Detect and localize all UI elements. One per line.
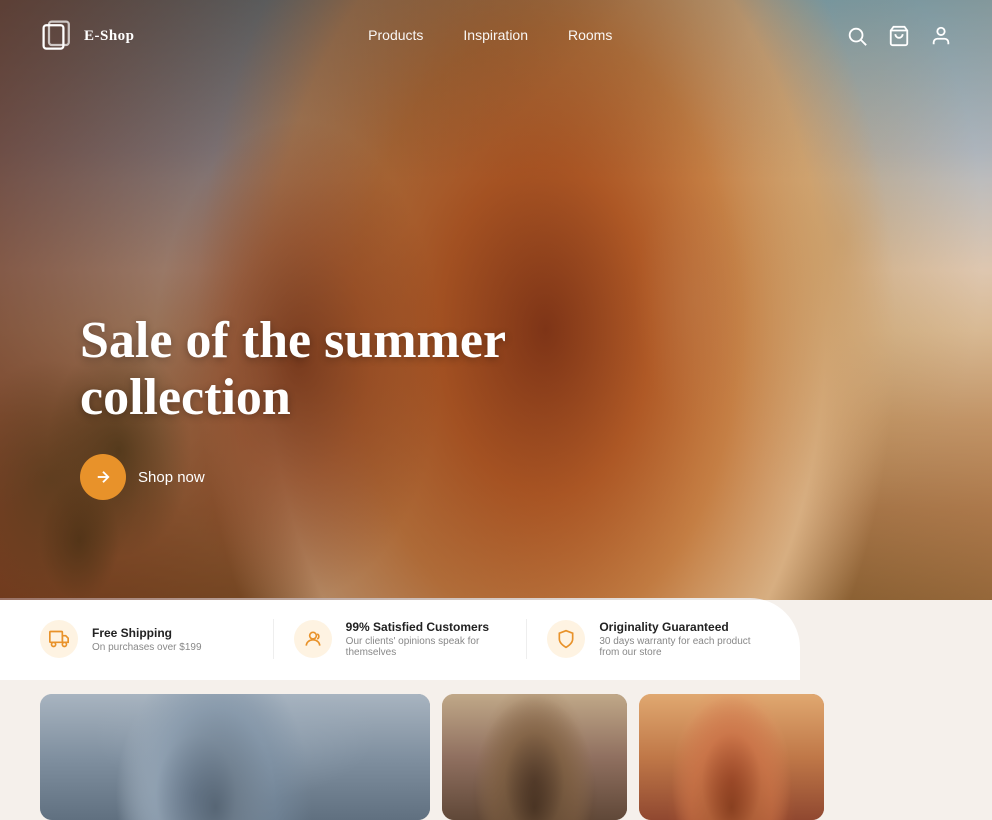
logo[interactable]: E-Shop bbox=[40, 18, 135, 54]
product-card-2-image bbox=[442, 694, 627, 820]
hero-content: Sale of the summer collection Shop now bbox=[80, 312, 506, 500]
originality-icon-wrap bbox=[547, 620, 585, 658]
product-card-1[interactable] bbox=[40, 694, 430, 820]
arrow-right-icon bbox=[94, 468, 112, 486]
originality-desc: 30 days warranty for each product from o… bbox=[599, 636, 760, 658]
product-card-3[interactable] bbox=[639, 694, 824, 820]
feature-free-shipping: Free Shipping On purchases over $199 bbox=[40, 620, 253, 658]
hero-title: Sale of the summer collection bbox=[80, 312, 506, 426]
originality-title: Originality Guaranteed bbox=[599, 620, 760, 634]
shipping-text: Free Shipping On purchases over $199 bbox=[92, 626, 202, 653]
nav-item-rooms[interactable]: Rooms bbox=[568, 27, 612, 45]
nav-link-rooms[interactable]: Rooms bbox=[568, 27, 612, 43]
shop-now-label: Shop now bbox=[138, 469, 205, 486]
hero-section: Sale of the summer collection Shop now bbox=[0, 0, 992, 680]
customers-icon bbox=[303, 629, 323, 649]
nav-actions bbox=[846, 25, 952, 47]
originality-text: Originality Guaranteed 30 days warranty … bbox=[599, 620, 760, 658]
divider-2 bbox=[526, 619, 527, 659]
nav-item-products[interactable]: Products bbox=[368, 27, 423, 45]
divider-1 bbox=[273, 619, 274, 659]
hero: Sale of the summer collection Shop now bbox=[0, 0, 992, 600]
originality-icon bbox=[556, 629, 576, 649]
shipping-icon-wrap bbox=[40, 620, 78, 658]
nav-links: Products Inspiration Rooms bbox=[368, 27, 612, 45]
shipping-title: Free Shipping bbox=[92, 626, 202, 640]
product-card-2[interactable] bbox=[442, 694, 627, 820]
shipping-icon bbox=[49, 629, 69, 649]
feature-customers: 99% Satisfied Customers Our clients' opi… bbox=[294, 620, 507, 658]
nav-item-inspiration[interactable]: Inspiration bbox=[463, 27, 528, 45]
cart-icon[interactable] bbox=[888, 25, 910, 47]
customers-title: 99% Satisfied Customers bbox=[346, 620, 507, 634]
nav-link-inspiration[interactable]: Inspiration bbox=[463, 27, 528, 43]
nav-link-products[interactable]: Products bbox=[368, 27, 423, 43]
features-bar: Free Shipping On purchases over $199 99%… bbox=[0, 598, 800, 680]
shop-now-arrow-circle bbox=[80, 454, 126, 500]
product-card-1-image bbox=[40, 694, 430, 820]
shipping-desc: On purchases over $199 bbox=[92, 642, 202, 653]
product-card-3-image bbox=[639, 694, 824, 820]
customers-desc: Our clients' opinions speak for themselv… bbox=[346, 636, 507, 658]
logo-text: E-Shop bbox=[84, 28, 135, 45]
hero-overlay bbox=[0, 0, 992, 600]
feature-originality: Originality Guaranteed 30 days warranty … bbox=[547, 620, 760, 658]
product-cards bbox=[0, 680, 992, 820]
customers-icon-wrap bbox=[294, 620, 332, 658]
navbar: E-Shop Products Inspiration Rooms bbox=[0, 0, 992, 72]
logo-icon bbox=[40, 18, 76, 54]
user-icon[interactable] bbox=[930, 25, 952, 47]
search-icon[interactable] bbox=[846, 25, 868, 47]
shop-now-button[interactable]: Shop now bbox=[80, 454, 205, 500]
customers-text: 99% Satisfied Customers Our clients' opi… bbox=[346, 620, 507, 658]
